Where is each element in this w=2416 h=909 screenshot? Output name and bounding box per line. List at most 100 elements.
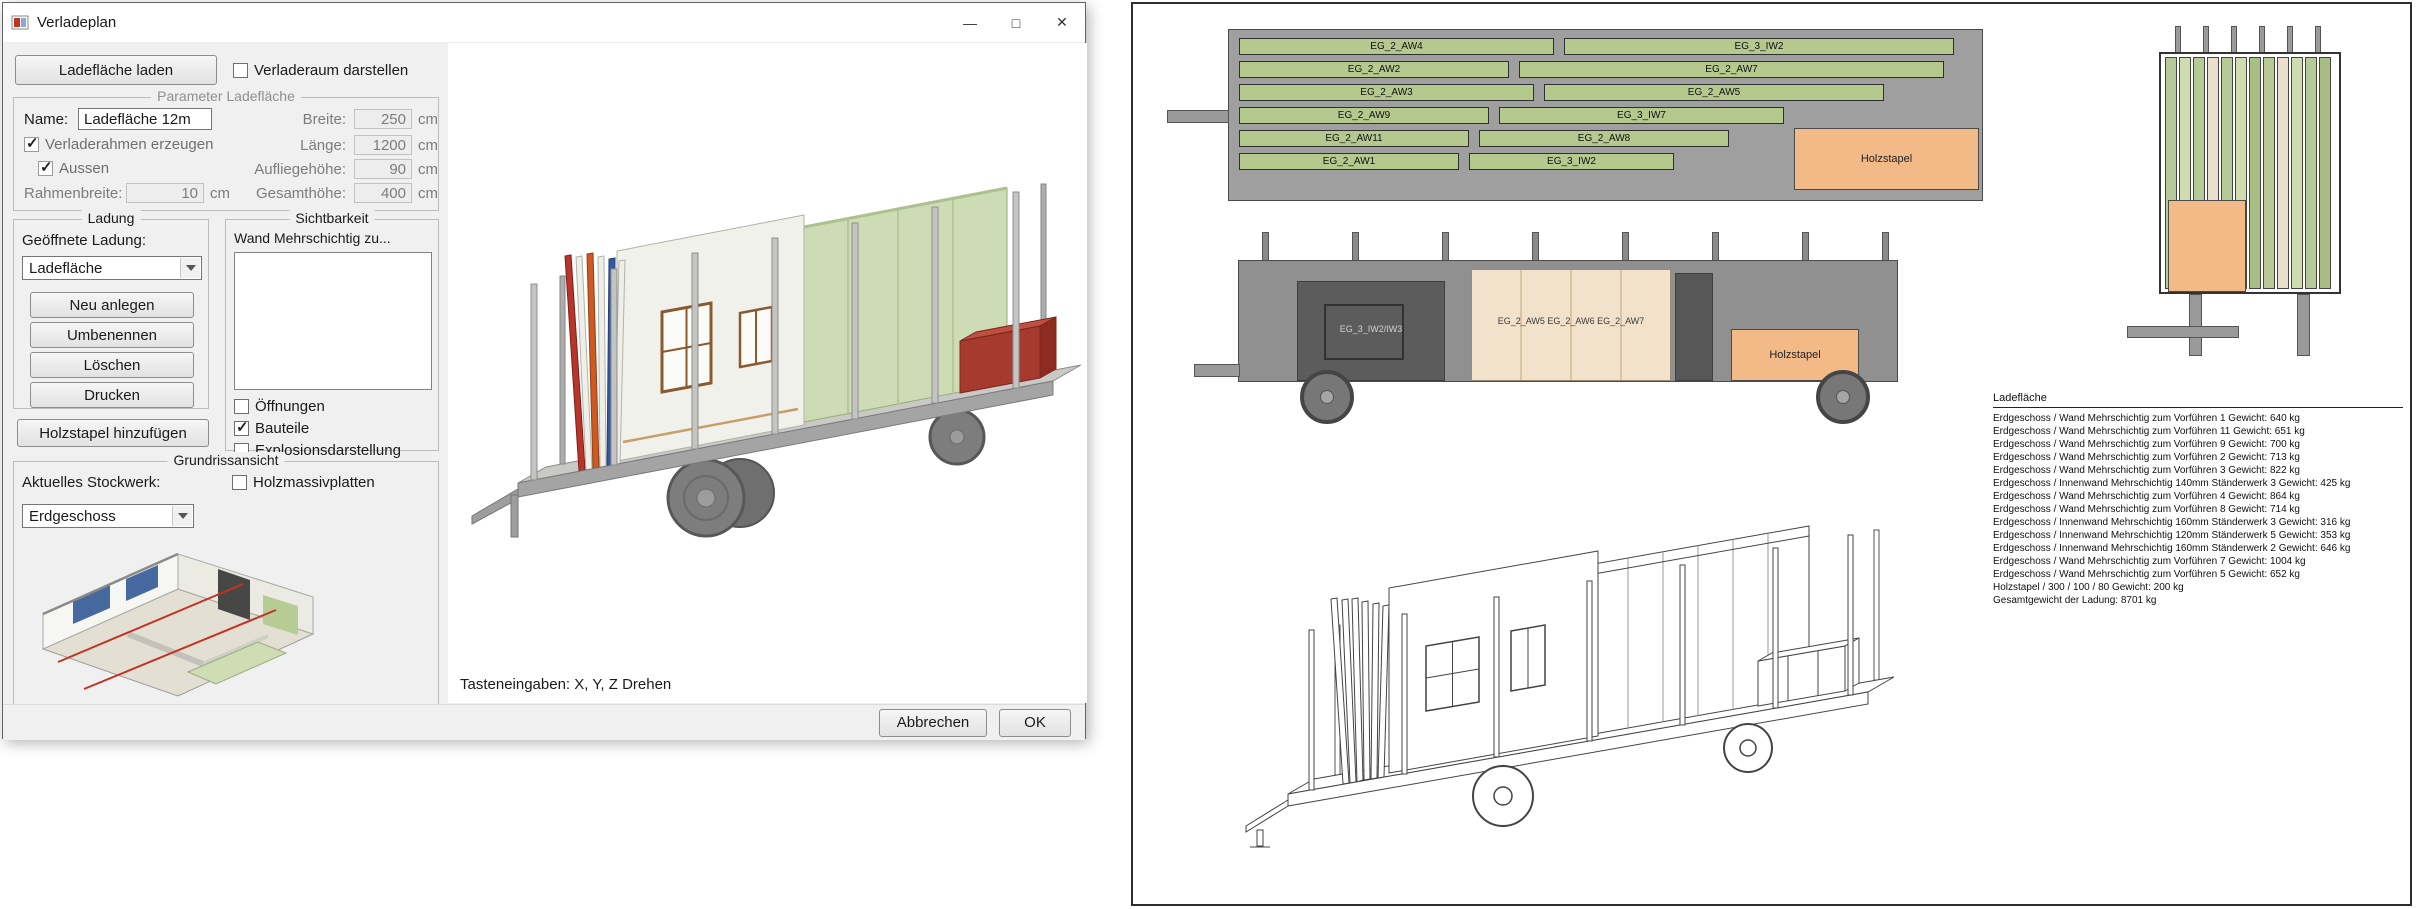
visibility-listbox[interactable]: [234, 252, 432, 390]
group-title: Sichtbarkeit: [289, 210, 374, 226]
delete-button[interactable]: Löschen: [30, 352, 194, 378]
end-view-panel-bar: [2319, 57, 2331, 289]
name-input[interactable]: [78, 108, 212, 130]
checkbox-box: [232, 475, 247, 490]
plan-panel-bar: EG_2_AW2: [1239, 61, 1509, 78]
elevation-post: [1442, 232, 1449, 262]
maximize-icon: □: [1012, 15, 1020, 31]
checkbox-box: [234, 399, 249, 414]
elevation-wheel-left: [1300, 370, 1354, 424]
unit-label: cm: [418, 161, 438, 178]
checkbox-box: [38, 161, 53, 176]
elevation-left-label: EG_3_IW2/IW3: [1298, 324, 1444, 334]
elevation-wheel-right: [1816, 370, 1870, 424]
elevation-post: [1712, 232, 1719, 262]
plan-drawbar: [1167, 110, 1229, 123]
plan-panel-bar: EG_2_AW11: [1239, 130, 1469, 147]
cancel-button[interactable]: Abbrechen: [879, 709, 987, 737]
checkbox-holzmassivplatten[interactable]: Holzmassivplatten: [232, 474, 375, 491]
checkbox-label: Öffnungen: [255, 398, 325, 415]
end-post: [2231, 26, 2237, 54]
status-text: Tasteneingaben: X, Y, Z Drehen: [460, 676, 671, 693]
elevation-post: [1802, 232, 1809, 262]
elevation-view: EG_3_IW2/IW3 EG_2_AW5 EG_2_AW6 EG_2_AW7 …: [1238, 232, 1918, 472]
end-beam: [2127, 326, 2239, 338]
floorplan-preview: [18, 534, 338, 720]
end-view-panel-bar: [2263, 57, 2275, 289]
end-view-panel-bar: [2249, 57, 2261, 289]
plan-view: EG_2_AW4EG_3_IW2EG_2_AW2EG_2_AW7EG_2_AW3…: [1228, 29, 1983, 201]
window-controls: — □ ✕: [947, 3, 1085, 42]
new-button[interactable]: Neu anlegen: [30, 292, 194, 318]
dialog-title: Verladeplan: [37, 14, 116, 31]
verladeplan-dialog: Verladeplan — □ ✕ Ladefläche laden Verla…: [2, 2, 1086, 739]
elevation-beige-panels: EG_2_AW5 EG_2_AW6 EG_2_AW7: [1471, 269, 1671, 381]
elevation-center-label: EG_2_AW5 EG_2_AW6 EG_2_AW7: [1472, 316, 1670, 326]
rest-height-input[interactable]: [354, 159, 412, 179]
end-view-panel-bar: [2291, 57, 2303, 289]
checkbox-verladeraum-darstellen[interactable]: Verladeraum darstellen: [233, 62, 408, 79]
plan-panel-bar: EG_2_AW9: [1239, 107, 1489, 124]
wheel-hub: [1320, 390, 1334, 404]
plan-panel-bar: EG_3_IW7: [1499, 107, 1784, 124]
load-list-line: Erdgeschoss / Wand Mehrschichtig zum Vor…: [1993, 503, 2403, 516]
minimize-button[interactable]: —: [947, 3, 993, 42]
frame-width-label: Rahmenbreite:: [24, 185, 122, 202]
end-leg: [2297, 294, 2310, 356]
checkbox-bauteile[interactable]: Bauteile: [234, 420, 309, 437]
load-list-line: Holzstapel / 300 / 100 / 80 Gewicht: 200…: [1993, 581, 2403, 594]
plan-panel-bar: EG_2_AW5: [1544, 84, 1884, 101]
name-label: Name:: [24, 111, 68, 128]
dialog-titlebar[interactable]: Verladeplan — □ ✕: [3, 3, 1085, 43]
checkbox-label: Bauteile: [255, 420, 309, 437]
drawbar: [472, 489, 518, 537]
iso-view: [1228, 496, 1928, 896]
length-input[interactable]: [354, 135, 412, 155]
end-view-panel-bar: [2305, 57, 2317, 289]
load-area-button[interactable]: Ladefläche laden: [15, 55, 217, 85]
current-floor-select[interactable]: Erdgeschoss: [22, 504, 194, 528]
checkbox-verladerahmen-erzeugen[interactable]: Verladerahmen erzeugen: [24, 136, 213, 153]
rename-button[interactable]: Umbenennen: [30, 322, 194, 348]
end-post: [2259, 26, 2265, 54]
load-list-line: Erdgeschoss / Wand Mehrschichtig zum Vor…: [1993, 464, 2403, 477]
frame-width-input[interactable]: [126, 183, 204, 203]
current-floor-value: Erdgeschoss: [29, 508, 116, 525]
close-button[interactable]: ✕: [1039, 3, 1085, 42]
load-list-line: Erdgeschoss / Wand Mehrschichtig zum Vor…: [1993, 412, 2403, 425]
load-list-line: Erdgeschoss / Wand Mehrschichtig zum Vor…: [1993, 490, 2403, 503]
print-button[interactable]: Drucken: [30, 382, 194, 408]
checkbox-aussen[interactable]: Aussen: [38, 160, 109, 177]
load-list-items: Erdgeschoss / Wand Mehrschichtig zum Vor…: [1993, 412, 2403, 607]
width-label: Breite:: [228, 111, 346, 128]
checkbox-label: Verladerahmen erzeugen: [45, 136, 213, 153]
checkbox-label: Holzmassivplatten: [253, 474, 375, 491]
end-view-panel-bar: [2277, 57, 2289, 289]
plan-panel-bar: EG_2_AW3: [1239, 84, 1534, 101]
elevation-drawbar: [1194, 364, 1240, 377]
add-woodpile-button[interactable]: Holzstapel hinzufügen: [17, 419, 209, 447]
unit-label: cm: [210, 185, 230, 202]
load-list: Ladefläche Erdgeschoss / Wand Mehrschich…: [1993, 392, 2403, 607]
trailer-3d-viewport[interactable]: Tasteneingaben: X, Y, Z Drehen: [448, 43, 1087, 703]
load-list-line: Erdgeschoss / Wand Mehrschichtig zum Vor…: [1993, 438, 2403, 451]
maximize-button[interactable]: □: [993, 3, 1039, 42]
open-load-select[interactable]: Ladefläche: [22, 256, 202, 280]
dropdown-arrow-icon[interactable]: [180, 258, 200, 278]
woodpile-label: Holzstapel: [1769, 349, 1820, 361]
load-list-line: Erdgeschoss / Innenwand Mehrschichtig 16…: [1993, 542, 2403, 555]
ok-button[interactable]: OK: [999, 709, 1071, 737]
dropdown-arrow-icon[interactable]: [172, 506, 192, 526]
load-list-line: Erdgeschoss / Innenwand Mehrschichtig 14…: [1993, 477, 2403, 490]
open-load-label: Geöffnete Ladung:: [22, 232, 146, 249]
unit-label: cm: [418, 111, 438, 128]
checkbox-label: Aussen: [59, 160, 109, 177]
load-list-line: Gesamtgewicht der Ladung: 8701 kg: [1993, 594, 2403, 607]
total-height-input[interactable]: [354, 183, 412, 203]
group-title: Ladung: [82, 210, 141, 226]
width-input[interactable]: [354, 109, 412, 129]
checkbox-oeffnungen[interactable]: Öffnungen: [234, 398, 325, 415]
iso-drawbar: [1246, 800, 1288, 847]
end-view-rack: [2159, 52, 2341, 294]
checkbox-box: [234, 421, 249, 436]
